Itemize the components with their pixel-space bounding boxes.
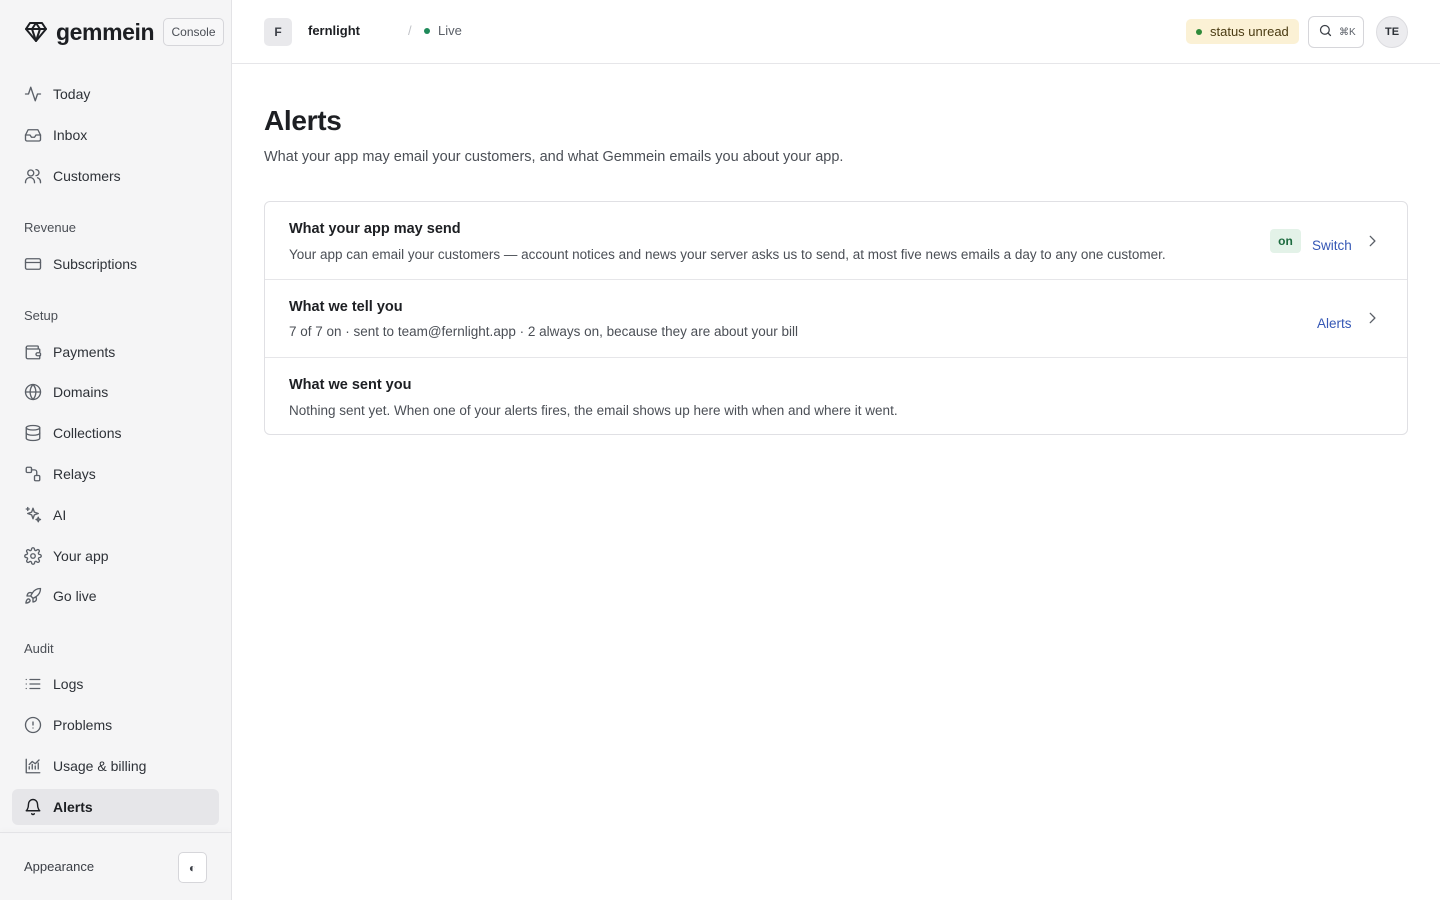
alerts-card: What your app may send Your app can emai… <box>264 201 1408 435</box>
globe-icon <box>24 383 42 401</box>
inbox-icon <box>24 126 42 144</box>
sidebar-item-go-live[interactable]: Go live <box>12 578 219 614</box>
environment-switcher[interactable]: Live <box>424 23 462 38</box>
sidebar-item-payments[interactable]: Payments <box>12 334 219 370</box>
list-icon <box>24 675 42 693</box>
database-icon <box>24 424 42 442</box>
brand-name: gemmein <box>56 18 155 45</box>
diamond-icon <box>24 20 48 44</box>
sidebar-item-label: Inbox <box>53 127 88 143</box>
status-dot <box>1196 28 1202 35</box>
status-badge[interactable]: status unread <box>1186 19 1299 44</box>
sidebar-item-label: Logs <box>53 676 84 692</box>
gear-icon <box>24 547 42 565</box>
user-avatar[interactable]: TE <box>1376 16 1408 48</box>
wallet-icon <box>24 343 42 361</box>
sidebar-item-label: Relays <box>53 466 96 482</box>
console-badge[interactable]: Console <box>163 18 224 46</box>
alert-circle-icon <box>24 716 42 734</box>
topbar: F fernlight / Live status unread ⌘K TE <box>232 0 1440 64</box>
sparkles-icon <box>24 506 42 524</box>
sidebar-divider <box>0 832 231 833</box>
rocket-icon <box>24 587 42 605</box>
sidebar-item-ai[interactable]: AI <box>12 497 219 533</box>
sidebar-item-label: Subscriptions <box>53 256 138 272</box>
sidebar-item-usage-billing[interactable]: Usage & billing <box>12 748 219 784</box>
route-icon <box>24 465 42 483</box>
sidebar-item-logs[interactable]: Logs <box>12 666 219 702</box>
alert-row-we-tell-you[interactable]: What we tell you 7 of 7 on · sent to tea… <box>265 280 1407 358</box>
contrast-icon: ◐ <box>188 860 197 875</box>
environment-label: Live <box>438 23 462 38</box>
row-description: Your app can email your customers — acco… <box>289 247 1166 262</box>
sidebar-item-label: Today <box>53 86 91 102</box>
section-audit: Audit <box>24 641 54 656</box>
sidebar-item-relays[interactable]: Relays <box>12 456 219 492</box>
row-description: Nothing sent yet. When one of your alert… <box>289 403 898 418</box>
sidebar-item-label: Collections <box>53 425 122 441</box>
alert-row-app-send[interactable]: What your app may send Your app can emai… <box>265 202 1407 280</box>
appearance-label: Appearance <box>24 859 95 874</box>
page-title: Alerts <box>264 105 342 136</box>
project-switcher[interactable]: fernlight <box>308 23 360 38</box>
status-badge-on: on <box>1270 229 1301 253</box>
sidebar-item-label: Problems <box>53 717 113 733</box>
bell-icon <box>24 798 42 816</box>
search-shortcut: ⌘K <box>1339 26 1356 38</box>
page-subtitle: What your app may email your customers, … <box>264 149 844 165</box>
sidebar-item-your-app[interactable]: Your app <box>12 538 219 574</box>
chevron-right-icon[interactable] <box>1365 234 1379 248</box>
live-status-dot <box>424 27 430 34</box>
activity-icon <box>24 85 42 103</box>
sidebar-item-today[interactable]: Today <box>12 76 219 112</box>
sidebar-item-label: Customers <box>53 168 121 184</box>
chevron-right-icon[interactable] <box>1365 311 1379 325</box>
sidebar-item-problems[interactable]: Problems <box>12 707 219 743</box>
sidebar-item-label: AI <box>53 507 67 523</box>
sidebar-item-label: Alerts <box>53 799 93 815</box>
sidebar-item-label: Usage & billing <box>53 758 147 774</box>
switch-link[interactable]: Switch <box>1312 238 1352 253</box>
theme-toggle-button[interactable]: ◐ <box>178 852 207 883</box>
sidebar-item-inbox[interactable]: Inbox <box>12 117 219 153</box>
credit-card-icon <box>24 255 42 273</box>
alert-row-we-sent-you: What we sent you Nothing sent yet. When … <box>265 358 1407 435</box>
row-title: What we sent you <box>289 377 412 393</box>
search-icon <box>1318 23 1333 41</box>
users-icon <box>24 167 42 185</box>
sidebar-item-alerts[interactable]: Alerts <box>12 789 219 825</box>
sidebar-item-label: Payments <box>53 344 116 360</box>
sidebar-item-label: Your app <box>53 548 109 564</box>
sidebar-item-collections[interactable]: Collections <box>12 415 219 451</box>
sidebar-item-label: Domains <box>53 384 109 400</box>
row-description: 7 of 7 on · sent to team@fernlight.app ·… <box>289 324 798 339</box>
row-title: What we tell you <box>289 299 403 315</box>
sidebar-item-customers[interactable]: Customers <box>12 158 219 194</box>
project-avatar[interactable]: F <box>264 18 292 46</box>
status-label: status unread <box>1210 24 1289 39</box>
alerts-link[interactable]: Alerts <box>1317 316 1352 331</box>
sidebar-item-label: Go live <box>53 588 97 604</box>
sidebar-item-subscriptions[interactable]: Subscriptions <box>12 246 219 282</box>
search-button[interactable]: ⌘K <box>1308 16 1364 48</box>
chart-icon <box>24 757 42 775</box>
breadcrumb-separator: / <box>408 23 412 38</box>
row-title: What your app may send <box>289 221 461 237</box>
section-revenue: Revenue <box>24 220 77 235</box>
sidebar-item-domains[interactable]: Domains <box>12 374 219 410</box>
section-setup: Setup <box>24 308 58 323</box>
sidebar: gemmein Console Today Inbox Customers Re… <box>0 0 232 900</box>
brand[interactable]: gemmein <box>24 18 155 46</box>
